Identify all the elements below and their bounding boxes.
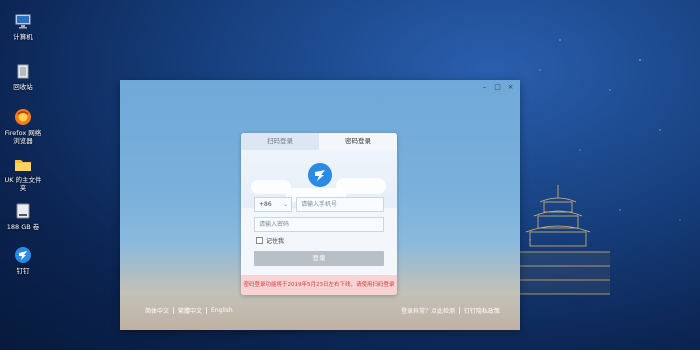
desktop-icon-label: 钉钉 (16, 267, 30, 275)
desktop-icon-label: Firefox 网络浏览器 (4, 129, 42, 145)
footer-links: 登录异常？点此检测 钉钉隐私政策 (401, 306, 500, 315)
divider (206, 307, 208, 314)
lang-simplified-chinese[interactable]: 简体中文 (145, 306, 169, 315)
phone-input[interactable]: 请输入手机号 (296, 197, 384, 212)
country-code-value: +86 (259, 201, 272, 208)
login-issue-link[interactable]: 登录异常？点此检测 (401, 306, 455, 315)
privacy-policy-link[interactable]: 钉钉隐私政策 (464, 306, 500, 315)
desktop-icon-dingtalk[interactable]: 钉钉 (4, 246, 42, 275)
desktop-icon-trash[interactable]: 回收站 (4, 62, 42, 91)
minimize-button[interactable]: – (481, 84, 488, 91)
computer-icon (14, 12, 32, 30)
remember-label: 记住我 (266, 238, 285, 245)
window-controls: – □ × (481, 84, 514, 91)
remember-checkbox[interactable] (256, 237, 263, 244)
divider (458, 307, 460, 314)
drive-icon (14, 202, 32, 220)
dingtalk-logo-icon (308, 163, 332, 187)
desktop-icon-drive[interactable]: 188 GB 卷 (4, 202, 42, 231)
divider (173, 307, 175, 314)
login-button[interactable]: 登录 (254, 251, 384, 266)
desktop-icon-label: 计算机 (13, 33, 33, 41)
firefox-icon (14, 108, 32, 126)
tab-password-login[interactable]: 密码登录 (319, 133, 397, 150)
trash-icon (14, 62, 32, 80)
password-input[interactable]: 请输入密码 (254, 217, 384, 232)
login-card: 扫码登录 密码登录 +86 ⌄ 请输入手机号 请输入密码 记住我 登录 密码登录… (241, 133, 397, 295)
password-row: 请输入密码 (254, 217, 384, 233)
desktop-icon-home-folder[interactable]: UK 的主文件夹 (4, 155, 42, 192)
deprecation-warning: 密码登录功能将于2019年5月23日左右下线，请使用扫码登录 (241, 275, 397, 295)
dingtalk-icon (14, 246, 32, 264)
phone-row: +86 ⌄ 请输入手机号 (254, 197, 384, 213)
folder-icon (14, 155, 32, 173)
desktop-icon-label: UK 的主文件夹 (4, 176, 42, 192)
maximize-button[interactable]: □ (494, 84, 501, 91)
lang-english[interactable]: English (211, 307, 233, 314)
remember-me[interactable]: 记住我 (256, 236, 284, 245)
desktop-icon-label: 188 GB 卷 (6, 223, 40, 231)
login-tabs: 扫码登录 密码登录 (241, 133, 397, 150)
desktop-icon-label: 回收站 (13, 83, 33, 91)
lang-traditional-chinese[interactable]: 繁體中文 (178, 306, 202, 315)
desktop-icon-computer[interactable]: 计算机 (4, 12, 42, 41)
close-button[interactable]: × (507, 84, 514, 91)
desktop-icon-firefox[interactable]: Firefox 网络浏览器 (4, 108, 42, 145)
temple-illustration (520, 185, 610, 295)
country-code-select[interactable]: +86 ⌄ (254, 197, 292, 212)
language-switch: 简体中文 繁體中文 English (145, 306, 233, 315)
tab-qr-login[interactable]: 扫码登录 (241, 133, 319, 150)
chevron-down-icon: ⌄ (282, 201, 288, 208)
